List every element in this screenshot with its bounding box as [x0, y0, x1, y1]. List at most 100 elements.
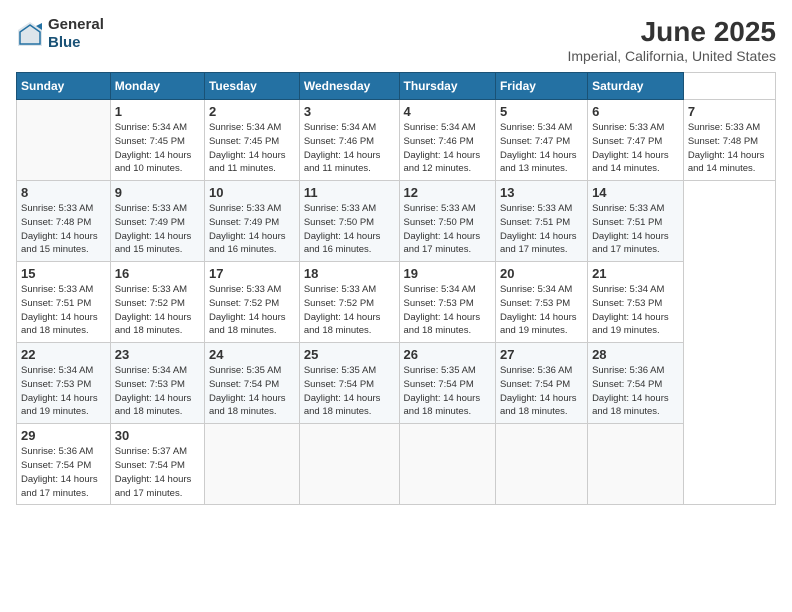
day-info: Sunrise: 5:34 AMSunset: 7:53 PMDaylight:…: [21, 364, 106, 419]
day-of-week-header: Tuesday: [204, 73, 299, 100]
day-info: Sunrise: 5:34 AMSunset: 7:45 PMDaylight:…: [209, 121, 295, 176]
calendar-cell: 18 Sunrise: 5:33 AMSunset: 7:52 PMDayligh…: [299, 262, 399, 343]
calendar-cell: 12 Sunrise: 5:33 AMSunset: 7:50 PMDayligh…: [399, 181, 495, 262]
day-info: Sunrise: 5:34 AMSunset: 7:53 PMDaylight:…: [404, 283, 491, 338]
calendar-cell: 26 Sunrise: 5:35 AMSunset: 7:54 PMDayligh…: [399, 343, 495, 424]
calendar-cell: 25 Sunrise: 5:35 AMSunset: 7:54 PMDayligh…: [299, 343, 399, 424]
logo-general-text: General: [48, 16, 104, 34]
day-info: Sunrise: 5:35 AMSunset: 7:54 PMDaylight:…: [404, 364, 491, 419]
day-info: Sunrise: 5:34 AMSunset: 7:53 PMDaylight:…: [500, 283, 583, 338]
calendar-cell: 22 Sunrise: 5:34 AMSunset: 7:53 PMDayligh…: [17, 343, 111, 424]
calendar-cell: 23 Sunrise: 5:34 AMSunset: 7:53 PMDayligh…: [110, 343, 204, 424]
day-number: 6: [592, 104, 679, 119]
calendar-cell: 7 Sunrise: 5:33 AMSunset: 7:48 PMDaylight…: [683, 100, 775, 181]
calendar-cell: 20 Sunrise: 5:34 AMSunset: 7:53 PMDayligh…: [495, 262, 587, 343]
day-number: 12: [404, 185, 491, 200]
day-number: 1: [115, 104, 200, 119]
calendar-cell: 15 Sunrise: 5:33 AMSunset: 7:51 PMDayligh…: [17, 262, 111, 343]
calendar-cell: [399, 424, 495, 505]
day-number: 30: [115, 428, 200, 443]
calendar-header-row: SundayMondayTuesdayWednesdayThursdayFrid…: [17, 73, 776, 100]
day-info: Sunrise: 5:34 AMSunset: 7:47 PMDaylight:…: [500, 121, 583, 176]
day-info: Sunrise: 5:33 AMSunset: 7:50 PMDaylight:…: [404, 202, 491, 257]
day-info: Sunrise: 5:35 AMSunset: 7:54 PMDaylight:…: [304, 364, 395, 419]
day-info: Sunrise: 5:36 AMSunset: 7:54 PMDaylight:…: [21, 445, 106, 500]
day-number: 10: [209, 185, 295, 200]
day-number: 7: [688, 104, 771, 119]
calendar-cell: [495, 424, 587, 505]
day-info: Sunrise: 5:33 AMSunset: 7:49 PMDaylight:…: [115, 202, 200, 257]
location-title: Imperial, California, United States: [567, 48, 776, 64]
day-of-week-header: Sunday: [17, 73, 111, 100]
day-number: 19: [404, 266, 491, 281]
calendar-cell: [299, 424, 399, 505]
day-number: 5: [500, 104, 583, 119]
day-number: 9: [115, 185, 200, 200]
day-of-week-header: Monday: [110, 73, 204, 100]
calendar-week-row: 1 Sunrise: 5:34 AMSunset: 7:45 PMDaylight…: [17, 100, 776, 181]
day-number: 27: [500, 347, 583, 362]
calendar-cell: 9 Sunrise: 5:33 AMSunset: 7:49 PMDaylight…: [110, 181, 204, 262]
day-info: Sunrise: 5:34 AMSunset: 7:53 PMDaylight:…: [592, 283, 679, 338]
calendar-cell: 8Sunrise: 5:33 AMSunset: 7:48 PMDaylight…: [17, 181, 111, 262]
day-info: Sunrise: 5:33 AMSunset: 7:52 PMDaylight:…: [209, 283, 295, 338]
calendar-cell: 11 Sunrise: 5:33 AMSunset: 7:50 PMDayligh…: [299, 181, 399, 262]
calendar-cell: 13Sunrise: 5:33 AMSunset: 7:51 PMDayligh…: [495, 181, 587, 262]
calendar-cell: 21 Sunrise: 5:34 AMSunset: 7:53 PMDayligh…: [588, 262, 684, 343]
day-of-week-header: Thursday: [399, 73, 495, 100]
day-number: 25: [304, 347, 395, 362]
day-info: Sunrise: 5:34 AMSunset: 7:45 PMDaylight:…: [115, 121, 200, 176]
calendar-cell: 30 Sunrise: 5:37 AMSunset: 7:54 PMDayligh…: [110, 424, 204, 505]
calendar-cell: 16 Sunrise: 5:33 AMSunset: 7:52 PMDayligh…: [110, 262, 204, 343]
day-number: 17: [209, 266, 295, 281]
day-number: 15: [21, 266, 106, 281]
calendar-week-row: 29Sunrise: 5:36 AMSunset: 7:54 PMDayligh…: [17, 424, 776, 505]
calendar-cell: 1 Sunrise: 5:34 AMSunset: 7:45 PMDaylight…: [110, 100, 204, 181]
day-number: 22: [21, 347, 106, 362]
calendar-cell: [17, 100, 111, 181]
calendar: SundayMondayTuesdayWednesdayThursdayFrid…: [16, 72, 776, 505]
day-number: 24: [209, 347, 295, 362]
day-number: 16: [115, 266, 200, 281]
calendar-cell: 27 Sunrise: 5:36 AMSunset: 7:54 PMDayligh…: [495, 343, 587, 424]
day-of-week-header: Wednesday: [299, 73, 399, 100]
day-number: 26: [404, 347, 491, 362]
day-number: 11: [304, 185, 395, 200]
calendar-week-row: 8Sunrise: 5:33 AMSunset: 7:48 PMDaylight…: [17, 181, 776, 262]
day-info: Sunrise: 5:33 AMSunset: 7:51 PMDaylight:…: [592, 202, 679, 257]
day-info: Sunrise: 5:33 AMSunset: 7:51 PMDaylight:…: [21, 283, 106, 338]
day-number: 8: [21, 185, 106, 200]
calendar-cell: 5 Sunrise: 5:34 AMSunset: 7:47 PMDaylight…: [495, 100, 587, 181]
day-info: Sunrise: 5:33 AMSunset: 7:48 PMDaylight:…: [688, 121, 771, 176]
calendar-cell: 24Sunrise: 5:35 AMSunset: 7:54 PMDayligh…: [204, 343, 299, 424]
day-info: Sunrise: 5:34 AMSunset: 7:53 PMDaylight:…: [115, 364, 200, 419]
calendar-cell: 17 Sunrise: 5:33 AMSunset: 7:52 PMDayligh…: [204, 262, 299, 343]
day-number: 13: [500, 185, 583, 200]
day-number: 21: [592, 266, 679, 281]
calendar-cell: 19 Sunrise: 5:34 AMSunset: 7:53 PMDayligh…: [399, 262, 495, 343]
day-number: 18: [304, 266, 395, 281]
title-area: June 2025 Imperial, California, United S…: [567, 16, 776, 64]
day-info: Sunrise: 5:37 AMSunset: 7:54 PMDaylight:…: [115, 445, 200, 500]
day-info: Sunrise: 5:36 AMSunset: 7:54 PMDaylight:…: [500, 364, 583, 419]
day-info: Sunrise: 5:33 AMSunset: 7:50 PMDaylight:…: [304, 202, 395, 257]
calendar-cell: 28Sunrise: 5:36 AMSunset: 7:54 PMDayligh…: [588, 343, 684, 424]
calendar-cell: 29Sunrise: 5:36 AMSunset: 7:54 PMDayligh…: [17, 424, 111, 505]
day-of-week-header: Friday: [495, 73, 587, 100]
logo-icon: [16, 20, 44, 48]
calendar-week-row: 15 Sunrise: 5:33 AMSunset: 7:51 PMDayligh…: [17, 262, 776, 343]
day-info: Sunrise: 5:33 AMSunset: 7:52 PMDaylight:…: [115, 283, 200, 338]
calendar-cell: 10Sunrise: 5:33 AMSunset: 7:49 PMDayligh…: [204, 181, 299, 262]
header: General Blue June 2025 Imperial, Califor…: [16, 16, 776, 64]
logo: General Blue: [16, 16, 104, 52]
day-of-week-header: Saturday: [588, 73, 684, 100]
calendar-week-row: 22 Sunrise: 5:34 AMSunset: 7:53 PMDayligh…: [17, 343, 776, 424]
day-number: 28: [592, 347, 679, 362]
day-info: Sunrise: 5:33 AMSunset: 7:52 PMDaylight:…: [304, 283, 395, 338]
day-number: 23: [115, 347, 200, 362]
calendar-cell: 3Sunrise: 5:34 AMSunset: 7:46 PMDaylight…: [299, 100, 399, 181]
calendar-cell: [204, 424, 299, 505]
calendar-cell: 14Sunrise: 5:33 AMSunset: 7:51 PMDayligh…: [588, 181, 684, 262]
day-info: Sunrise: 5:34 AMSunset: 7:46 PMDaylight:…: [404, 121, 491, 176]
day-number: 20: [500, 266, 583, 281]
